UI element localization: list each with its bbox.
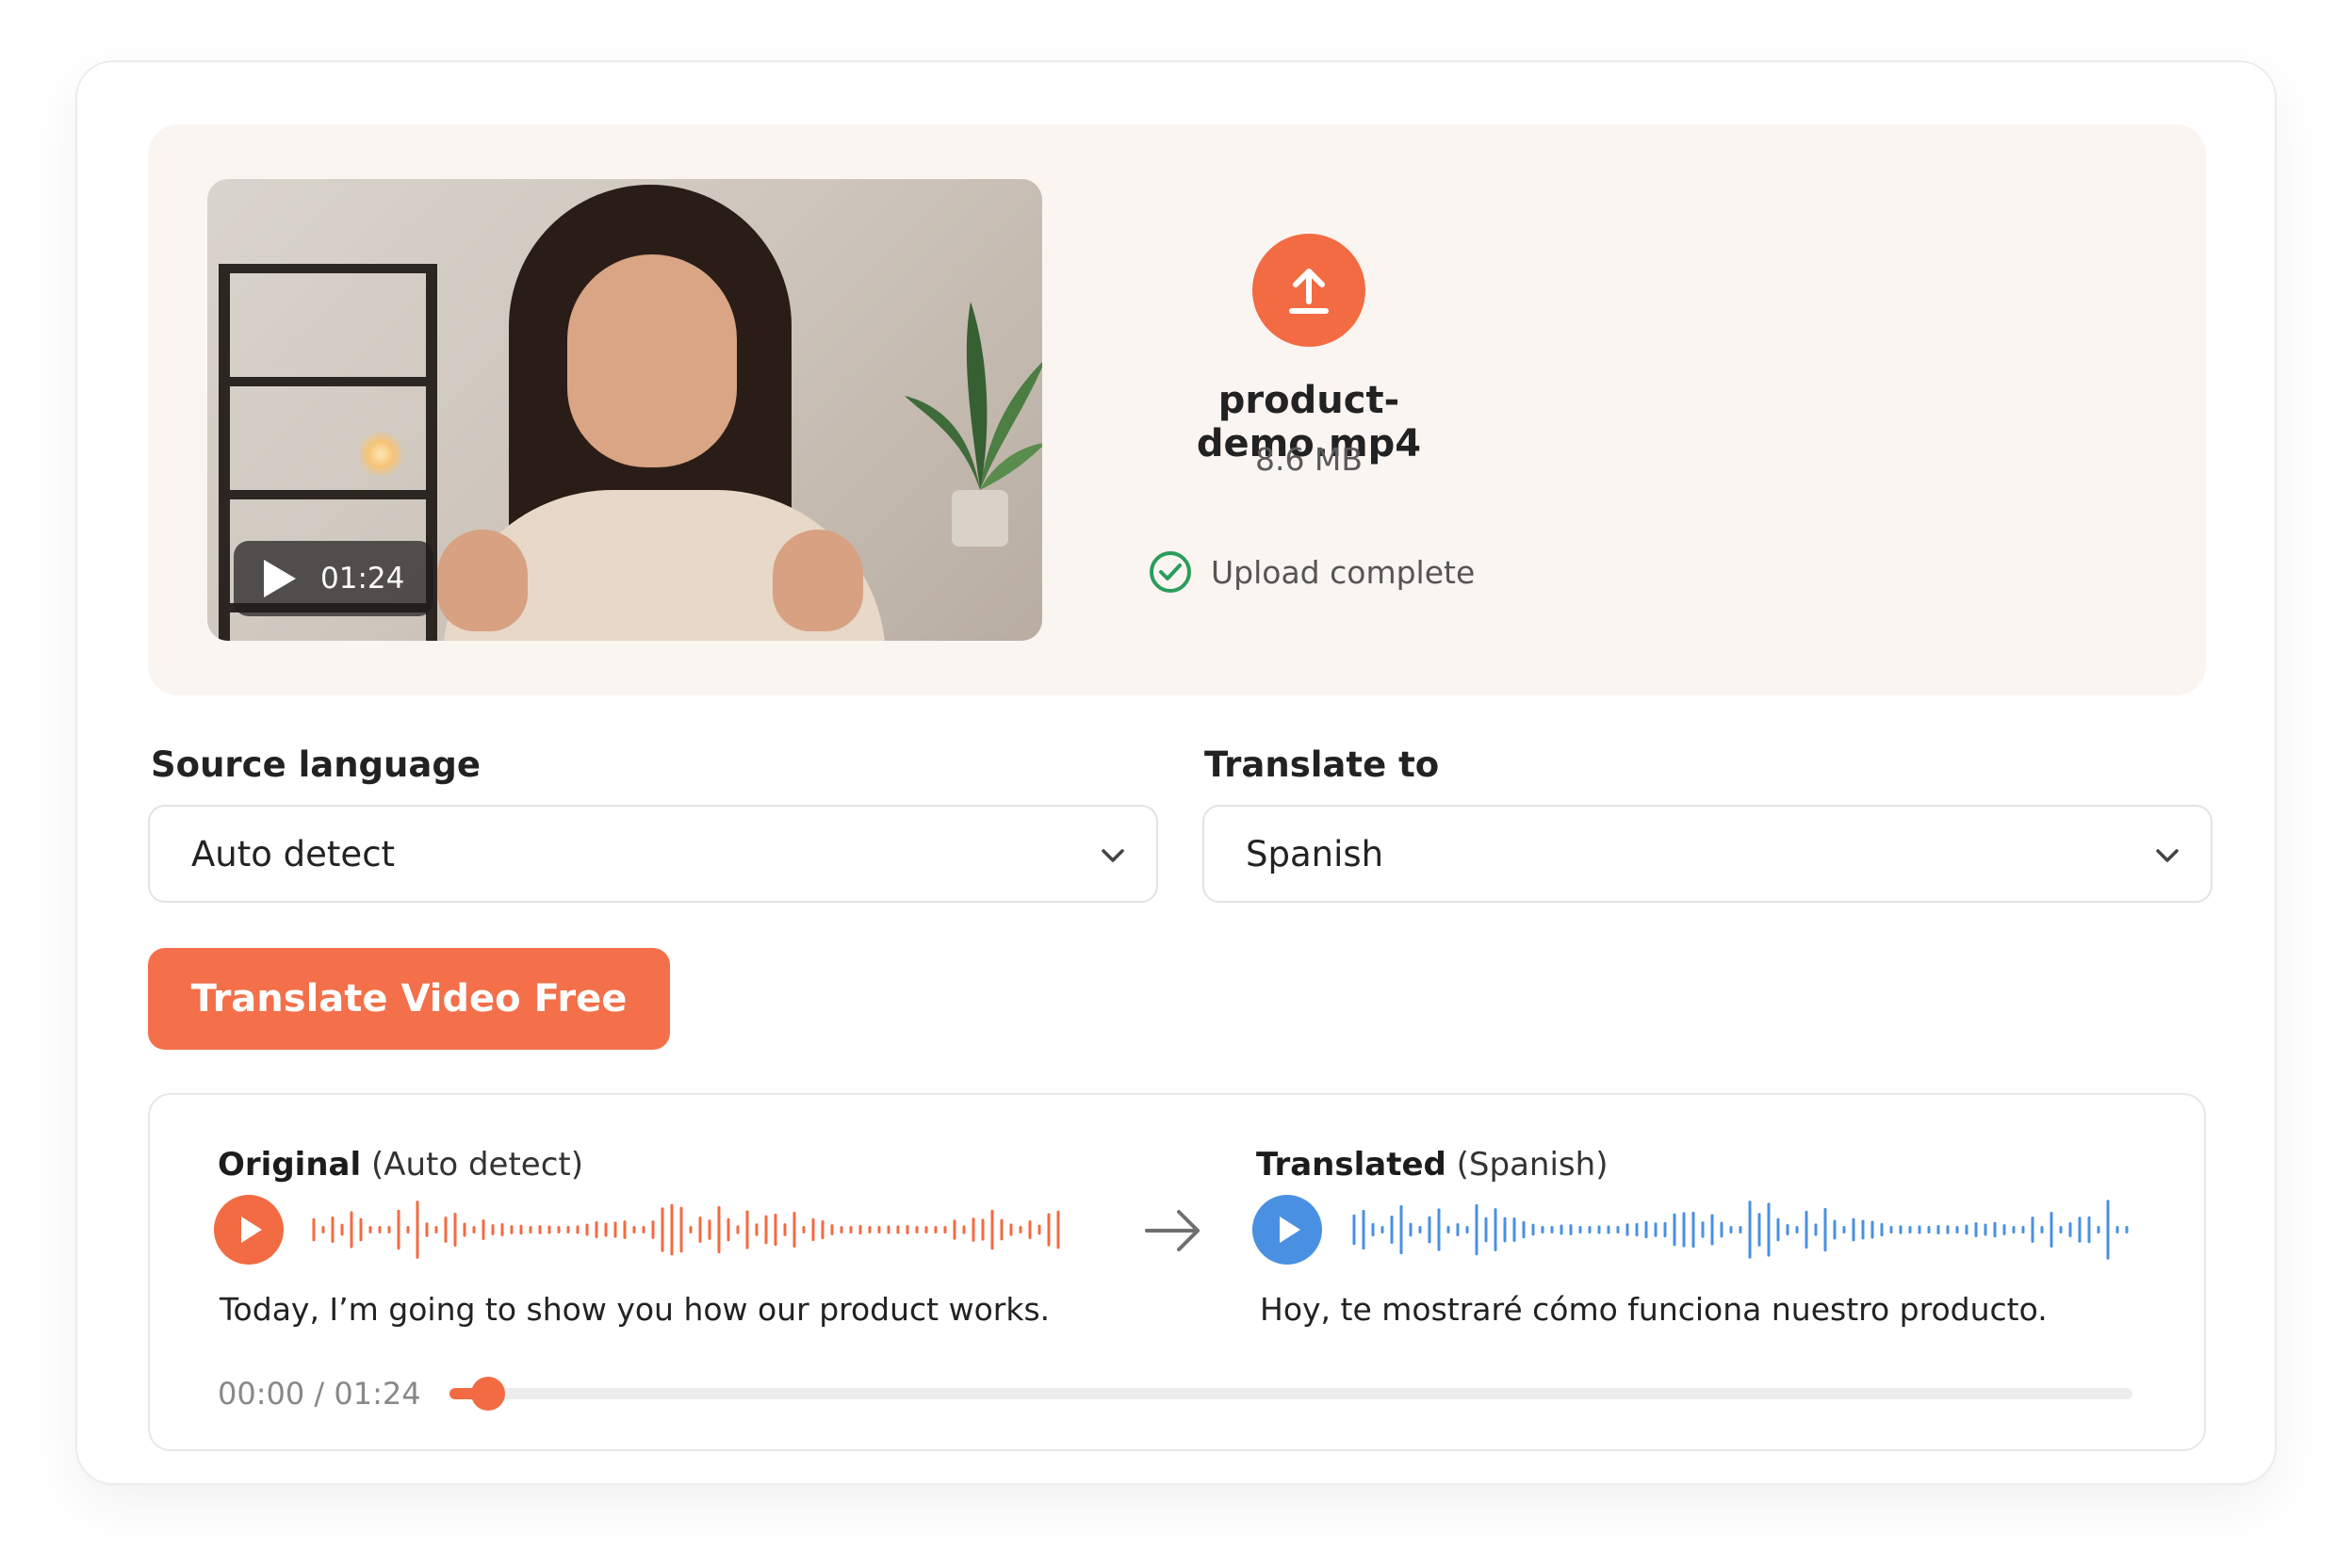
translated-play-button[interactable] <box>1252 1195 1322 1265</box>
arrow-right-icon <box>1145 1210 1200 1251</box>
target-language-label: Translate to <box>1204 744 1440 785</box>
video-play-badge[interactable]: 01:24 <box>234 541 433 616</box>
check-circle-icon <box>1150 551 1191 593</box>
source-language-value: Auto detect <box>191 833 396 874</box>
translated-language: (Spanish) <box>1456 1146 1609 1184</box>
upload-status: Upload complete <box>1149 550 1475 594</box>
original-transcript: Today, I’m going to show you how our pro… <box>220 1291 1051 1328</box>
original-language: (Auto detect) <box>370 1146 583 1184</box>
original-play-button[interactable] <box>214 1195 284 1265</box>
speaker-face <box>567 254 737 467</box>
source-language-label: Source language <box>151 744 481 785</box>
translated-title: Translated <box>1256 1146 1446 1184</box>
time-current: 00:00 <box>218 1376 305 1412</box>
video-duration: 01:24 <box>320 562 405 596</box>
translated-waveform <box>1352 1200 2129 1260</box>
translate-video-button[interactable]: Translate Video Free <box>148 948 670 1050</box>
playback-time: 00:00 / 01:24 <box>218 1376 421 1412</box>
original-title: Original <box>218 1146 362 1184</box>
translation-comparison: Original (Auto detect) Translated (Spani… <box>148 1093 2206 1451</box>
chevron-down-icon <box>2156 849 2179 862</box>
play-icon <box>241 1217 262 1243</box>
playback-progress-bar[interactable] <box>449 1377 2132 1411</box>
time-separator: / <box>314 1376 325 1412</box>
original-waveform <box>312 1200 1060 1259</box>
upload-panel: 01:24 product-demo.mp4 8.6 MB Upload com… <box>148 124 2206 695</box>
lamp-decor <box>358 432 403 477</box>
original-track-title: Original (Auto detect) <box>218 1146 583 1184</box>
progress-handle[interactable] <box>471 1377 506 1411</box>
play-icon <box>1280 1217 1300 1243</box>
speaker-hand-right <box>773 530 863 631</box>
video-thumbnail[interactable]: 01:24 <box>207 179 1042 641</box>
translated-track-title: Translated (Spanish) <box>1256 1146 1608 1184</box>
source-language-select[interactable]: Auto detect <box>148 805 1158 903</box>
upload-arrow-icon[interactable] <box>1252 234 1365 347</box>
upload-status-text: Upload complete <box>1211 553 1476 591</box>
chevron-down-icon <box>1102 849 1124 862</box>
plant-decor <box>905 302 1042 547</box>
speaker-hand-left <box>437 530 528 631</box>
target-language-value: Spanish <box>1246 833 1384 874</box>
play-icon <box>264 560 296 597</box>
file-info: product-demo.mp4 8.6 MB Upload complete <box>1137 234 1533 611</box>
translated-transcript: Hoy, te mostraré cómo funciona nuestro p… <box>1260 1291 2048 1328</box>
file-size: 8.6 MB <box>1254 441 1364 478</box>
translator-card: 01:24 product-demo.mp4 8.6 MB Upload com… <box>75 60 2277 1485</box>
target-language-select[interactable]: Spanish <box>1202 805 2213 903</box>
time-total: 01:24 <box>334 1376 421 1412</box>
